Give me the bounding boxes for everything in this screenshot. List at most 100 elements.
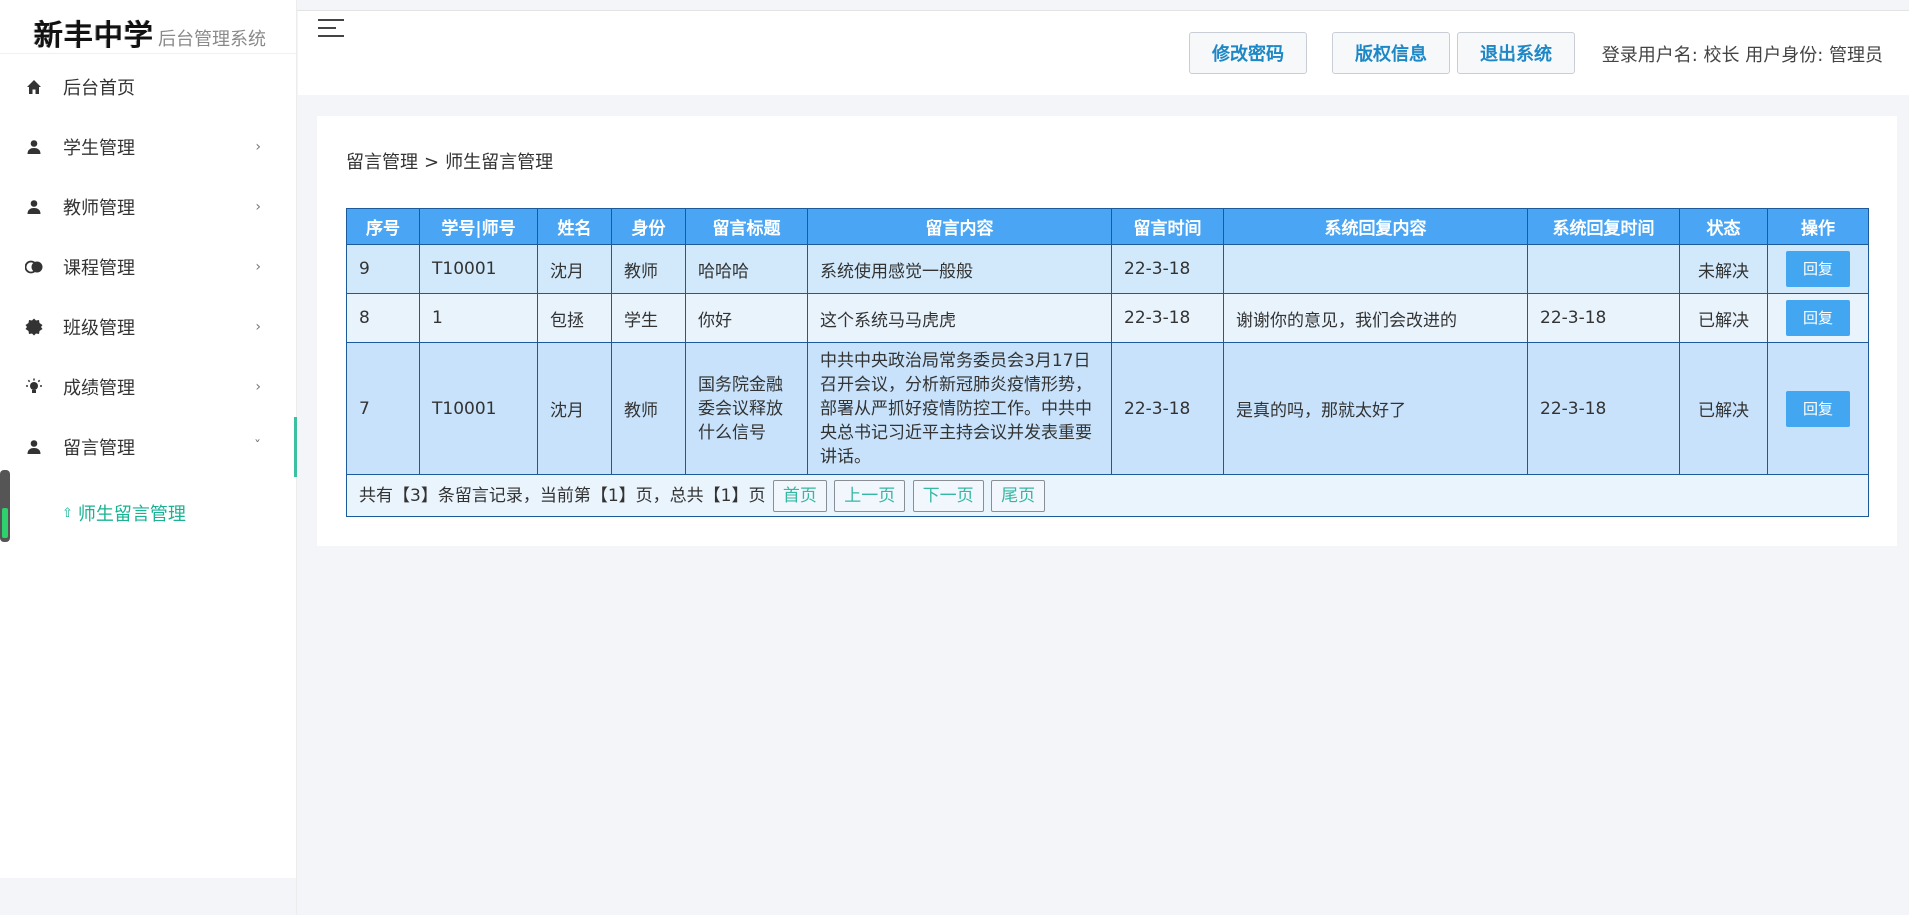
cell-time: 22-3-18 <box>1111 244 1224 294</box>
sidebar-item-label: 后台首页 <box>63 78 135 99</box>
scroll-handle[interactable] <box>0 470 10 542</box>
breadcrumb-parent[interactable]: 留言管理 <box>346 152 418 173</box>
status-badge: 未解决 <box>1679 244 1768 294</box>
cell-reply: 是真的吗，那就太好了 <box>1223 342 1528 475</box>
sidebar-item-label: 教师管理 <box>63 198 135 219</box>
gear-icon <box>24 317 44 337</box>
sidebar-item-label: 学生管理 <box>63 138 135 159</box>
cell-reply-time: 22-3-18 <box>1527 293 1680 343</box>
submenu-item-label: 师生留言管理 <box>77 504 186 525</box>
status-badge: 已解决 <box>1679 342 1768 475</box>
cell-time: 22-3-18 <box>1111 293 1224 343</box>
chevron-right-icon: › <box>255 139 261 155</box>
cell-name: 沈月 <box>537 244 612 294</box>
cell-content: 这个系统马马虎虎 <box>807 293 1112 343</box>
reply-button[interactable]: 回复 <box>1786 300 1850 336</box>
column-header: 学号|师号 <box>419 208 538 245</box>
sidebar-item-courses[interactable]: 课程管理 › <box>0 237 297 297</box>
cell-role: 教师 <box>611 342 686 475</box>
next-page-button[interactable]: 下一页 <box>912 479 984 512</box>
cell-role: 教师 <box>611 244 686 294</box>
cell-number: T10001 <box>419 244 538 294</box>
cell-action: 回复 <box>1767 293 1869 343</box>
sidebar-item-classes[interactable]: 班级管理 › <box>0 297 297 357</box>
column-header: 留言标题 <box>685 208 808 245</box>
cell-reply-time <box>1527 244 1680 294</box>
column-header: 状态 <box>1679 208 1768 245</box>
header: 修改密码 版权信息 退出系统 登录用户名: 校长 用户身份: 管理员 <box>298 11 1909 95</box>
table-row: 8 1 包拯 学生 你好 这个系统马马虎虎 22-3-18 谢谢你的意见，我们会… <box>346 293 1869 343</box>
column-header: 序号 <box>346 208 420 245</box>
pager-summary: 共有【3】条留言记录，当前第【1】页，总共【1】页 <box>359 485 766 506</box>
chevron-right-icon: › <box>255 199 261 215</box>
brand: 新丰中学 后台管理系统 <box>34 12 266 52</box>
sidebar-item-home[interactable]: 后台首页 <box>0 57 297 117</box>
cell-role: 学生 <box>611 293 686 343</box>
last-page-button[interactable]: 尾页 <box>991 479 1046 512</box>
pager: 共有【3】条留言记录，当前第【1】页，总共【1】页 首页 上一页 下一页 尾页 <box>346 474 1869 517</box>
reply-button[interactable]: 回复 <box>1786 390 1850 427</box>
sidebar-item-grades[interactable]: 成绩管理 › <box>0 357 297 417</box>
copyright-button[interactable]: 版权信息 <box>1332 32 1450 74</box>
toggle-icon <box>24 257 44 277</box>
breadcrumb: 留言管理 > 师生留言管理 <box>346 148 553 174</box>
cell-number: T10001 <box>419 342 538 475</box>
home-icon <box>24 77 44 97</box>
first-page-button[interactable]: 首页 <box>772 479 827 512</box>
sidebar-footer <box>0 878 297 915</box>
cell-reply: 谢谢你的意见，我们会改进的 <box>1223 293 1528 343</box>
cell-title: 哈哈哈 <box>685 244 808 294</box>
prev-page-button[interactable]: 上一页 <box>834 479 906 512</box>
sidebar: 新丰中学 后台管理系统 后台首页 学生管理 › 教师管理 › 课程管理 › 班级管… <box>0 0 297 878</box>
reply-button[interactable]: 回复 <box>1786 251 1850 287</box>
breadcrumb-separator: > <box>424 152 440 173</box>
sidebar-item-teachers[interactable]: 教师管理 › <box>0 177 297 237</box>
chevron-right-icon: › <box>255 259 261 275</box>
sidebar-item-label: 成绩管理 <box>63 378 135 399</box>
column-header: 系统回复时间 <box>1527 208 1680 245</box>
sidebar-item-label: 课程管理 <box>63 258 135 279</box>
cell-id: 7 <box>346 342 420 475</box>
sidebar-item-messages[interactable]: 留言管理 ˇ <box>0 417 297 477</box>
user-icon <box>24 137 44 157</box>
cell-id: 9 <box>346 244 420 294</box>
column-header: 留言内容 <box>807 208 1112 245</box>
user-info: 登录用户名: 校长 用户身份: 管理员 <box>1601 45 1883 66</box>
cell-name: 包拯 <box>537 293 612 343</box>
cell-reply-time: 22-3-18 <box>1527 342 1680 475</box>
logout-button[interactable]: 退出系统 <box>1457 32 1575 74</box>
column-header: 系统回复内容 <box>1223 208 1528 245</box>
breadcrumb-current: 师生留言管理 <box>445 152 554 173</box>
menu-toggle-icon[interactable] <box>318 19 344 43</box>
scroll-handle-fill <box>2 508 8 538</box>
sidebar-item-label: 留言管理 <box>63 438 135 459</box>
user-icon <box>24 197 44 217</box>
user-icon <box>24 437 44 457</box>
cell-action: 回复 <box>1767 342 1869 475</box>
cell-action: 回复 <box>1767 244 1869 294</box>
arrow-up-icon: ⇧ <box>62 505 73 521</box>
chevron-right-icon: › <box>255 319 261 335</box>
pager-row: 共有【3】条留言记录，当前第【1】页，总共【1】页 首页 上一页 下一页 尾页 <box>346 474 1869 517</box>
cell-number: 1 <box>419 293 538 343</box>
change-password-button[interactable]: 修改密码 <box>1189 32 1307 74</box>
chevron-right-icon: › <box>255 379 261 395</box>
content-card: 留言管理 > 师生留言管理 序号 学号|师号 姓名 身份 留言标题 留言内容 留言时… <box>317 116 1897 546</box>
table-row: 9 T10001 沈月 教师 哈哈哈 系统使用感觉一般般 22-3-18 未解决… <box>346 244 1869 294</box>
cell-name: 沈月 <box>537 342 612 475</box>
table-header-row: 序号 学号|师号 姓名 身份 留言标题 留言内容 留言时间 系统回复内容 系统回… <box>346 208 1869 245</box>
chevron-down-icon: ˇ <box>254 439 261 455</box>
cell-id: 8 <box>346 293 420 343</box>
status-badge: 已解决 <box>1679 293 1768 343</box>
sidebar-item-label: 班级管理 <box>63 318 135 339</box>
table-row: 7 T10001 沈月 教师 国务院金融委会议释放什么信号 中共中央政治局常务委… <box>346 342 1869 475</box>
cell-content: 中共中央政治局常务委员会3月17日召开会议，分析新冠肺炎疫情形势，部署从严抓好疫… <box>807 342 1112 475</box>
column-header: 姓名 <box>537 208 612 245</box>
column-header: 留言时间 <box>1111 208 1224 245</box>
submenu-item-messages[interactable]: ⇧ 师生留言管理 <box>62 498 186 528</box>
column-header: 操作 <box>1767 208 1869 245</box>
cell-title: 你好 <box>685 293 808 343</box>
sidebar-item-students[interactable]: 学生管理 › <box>0 117 297 177</box>
system-name: 后台管理系统 <box>158 29 267 50</box>
bulb-icon <box>24 377 44 397</box>
